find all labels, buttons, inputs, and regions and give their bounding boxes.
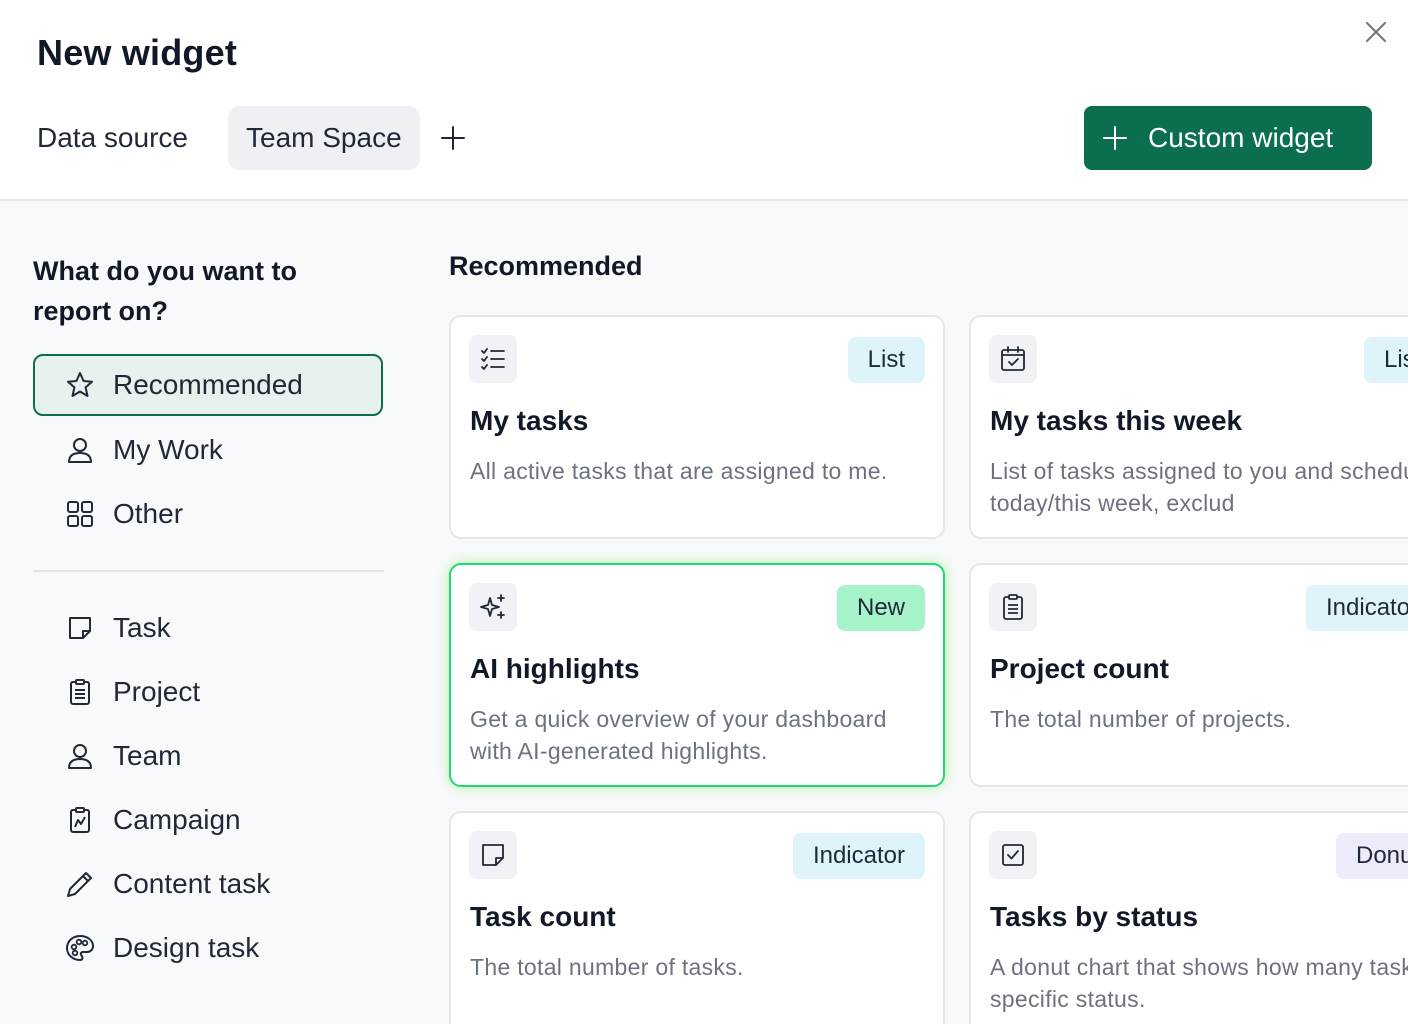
card-badge: Indicator <box>792 833 925 879</box>
custom-widget-button[interactable]: Custom widget <box>1084 106 1372 170</box>
card-description: All active tasks that are assigned to me… <box>470 458 888 484</box>
sidebar-divider <box>33 570 384 572</box>
card-title: My tasks this week <box>990 405 1243 436</box>
sidebar-item-design-task[interactable]: Design task <box>33 917 383 979</box>
add-data-source-button[interactable] <box>437 122 469 154</box>
clipboard-icon <box>63 675 97 709</box>
person-icon <box>63 739 97 773</box>
widget-card-ai-highlights[interactable]: New AI highlights Get a quick overview o… <box>449 563 945 787</box>
campaign-icon <box>63 803 97 837</box>
card-badge: Lis <box>1364 337 1408 383</box>
sidebar-item-label: Recommended <box>113 369 303 400</box>
sidebar-item-team[interactable]: Team <box>33 725 383 787</box>
plus-icon <box>441 126 465 150</box>
sidebar-item-label: Campaign <box>113 804 241 835</box>
dialog-title: New widget <box>37 32 238 73</box>
data-source-label: Data source <box>37 122 188 153</box>
sidebar-item-label: Content task <box>113 868 271 899</box>
custom-widget-label: Custom widget <box>1148 122 1334 153</box>
note-icon <box>63 611 97 645</box>
card-title: Tasks by status <box>990 901 1199 932</box>
sidebar-item-label: Design task <box>113 932 260 963</box>
person-icon <box>63 433 97 467</box>
dialog-header: New widget Data source Team Space Custom… <box>0 0 1408 201</box>
section-title: Recommended <box>449 251 643 281</box>
widget-card-tasks-by-status[interactable]: Donu Tasks by status A donut chart that … <box>969 811 1408 1024</box>
card-title: Task count <box>470 901 616 932</box>
pencil-icon <box>63 867 97 901</box>
sidebar-item-project[interactable]: Project <box>33 661 383 723</box>
close-button[interactable] <box>1362 18 1390 46</box>
sidebar-item-label: My Work <box>113 434 223 465</box>
close-icon <box>1366 22 1386 42</box>
card-description: The total number of projects. <box>990 706 1292 732</box>
card-description: List of tasks assigned to you and schedu… <box>990 458 1408 516</box>
sidebar-item-label: Team <box>113 740 182 771</box>
sidebar-item-recommended[interactable]: Recommended <box>33 354 383 416</box>
sparkle-icon <box>469 583 517 631</box>
sidebar-item-label: Task <box>113 612 171 643</box>
plus-icon <box>1103 126 1127 150</box>
dialog-body: What do you want to report on? Recommend… <box>0 201 1408 1024</box>
widget-card-task-count[interactable]: Indicator Task count The total number of… <box>449 811 945 1024</box>
sidebar-item-content-task[interactable]: Content task <box>33 853 383 915</box>
sidebar-item-my-work[interactable]: My Work <box>33 419 383 481</box>
card-title: Project count <box>990 653 1169 684</box>
calendar-check-icon <box>989 335 1037 383</box>
sidebar-item-label: Other <box>113 498 184 529</box>
widget-card-my-tasks-this-week[interactable]: Lis My tasks this week List of tasks ass… <box>969 315 1408 539</box>
data-source-chip[interactable]: Team Space <box>228 106 420 170</box>
sidebar-item-label: Project <box>113 676 201 707</box>
checklist-icon <box>469 335 517 383</box>
card-description: The total number of tasks. <box>470 954 744 980</box>
card-badge: List <box>847 337 925 383</box>
star-icon <box>63 368 97 402</box>
checkbox-icon <box>989 831 1037 879</box>
sidebar-question: What do you want to report on? <box>33 256 297 326</box>
sidebar-item-other[interactable]: Other <box>33 483 383 545</box>
card-title: AI highlights <box>470 653 640 684</box>
palette-icon <box>63 931 97 965</box>
clipboard-icon <box>989 583 1037 631</box>
sidebar-item-task[interactable]: Task <box>33 597 383 659</box>
grid-icon <box>63 497 97 531</box>
sidebar-item-campaign[interactable]: Campaign <box>33 789 383 851</box>
widget-card-project-count[interactable]: Indicato Project count The total number … <box>969 563 1408 787</box>
card-badge: Indicato <box>1306 585 1408 631</box>
card-badge: New <box>836 585 925 631</box>
card-description: A donut chart that shows how many task s … <box>990 954 1408 1012</box>
card-title: My tasks <box>470 405 589 436</box>
widget-card-my-tasks[interactable]: List My tasks All active tasks that are … <box>449 315 945 539</box>
card-description: Get a quick overview of your dashboard w… <box>470 706 887 764</box>
card-badge: Donu <box>1336 833 1408 879</box>
note-icon <box>469 831 517 879</box>
